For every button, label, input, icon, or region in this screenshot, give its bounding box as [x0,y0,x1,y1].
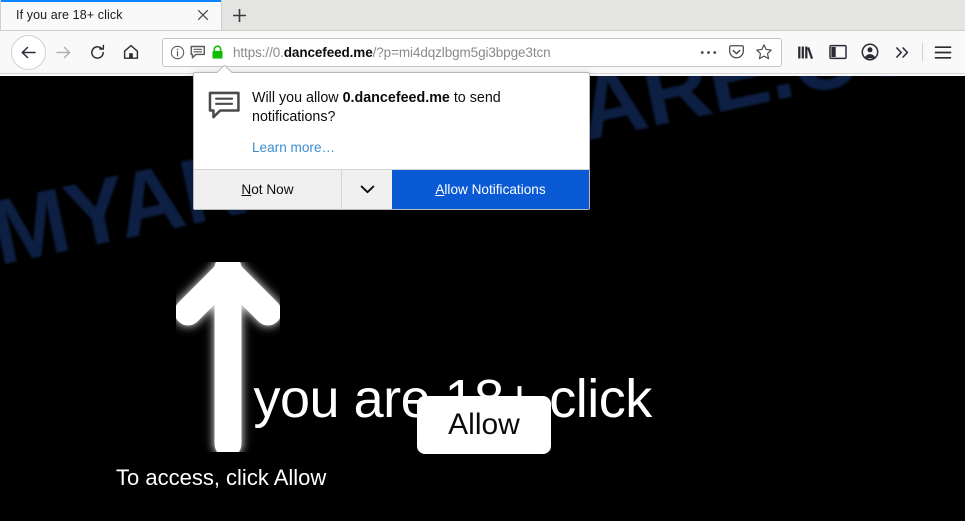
popup-message-origin: 0.dancefeed.me [342,90,450,106]
not-now-accesskey: N [241,182,252,197]
ellipsis-icon[interactable] [695,40,721,65]
sidebar-icon[interactable] [822,36,854,68]
url-text[interactable]: https://0.dancefeed.me/?p=mi4dqzlbgm5gi3… [233,45,695,60]
hamburger-menu-icon[interactable] [927,36,959,68]
identity-box[interactable] [170,44,224,60]
toolbar-right [790,36,959,68]
popup-message: Will you allow 0.dancefeed.me to send no… [252,89,573,127]
allow-button[interactable]: Allow [417,396,551,454]
allow-button-label: Allow [448,408,520,441]
url-bar-actions [695,40,777,65]
new-tab-button[interactable] [222,0,256,30]
allow-notifications-label: llow Notifications [444,182,546,197]
allow-notifications-button[interactable]: Allow Notifications [392,170,589,209]
library-icon[interactable] [790,36,822,68]
arrow-left-icon [21,46,36,58]
learn-more-link[interactable]: Learn more… [252,140,335,155]
popup-body: Will you allow 0.dancefeed.me to send no… [194,73,589,169]
popup-dropdown-button[interactable] [341,170,392,209]
url-bar[interactable]: https://0.dancefeed.me/?p=mi4dqzlbgm5gi3… [162,37,782,67]
browser-window: If you are 18+ click https://0.dancefeed… [0,0,965,521]
reload-icon [90,44,104,59]
padlock-icon[interactable] [211,44,224,60]
popup-actions: Not Now Allow Notifications [194,169,589,209]
tab-active[interactable]: If you are 18+ click [0,0,222,30]
pocket-icon[interactable] [723,40,749,65]
home-button[interactable] [114,35,148,69]
popup-pointer [217,65,232,73]
tab-strip: If you are 18+ click [0,0,965,31]
url-domain: dancefeed.me [283,44,373,60]
tab-title: If you are 18+ click [16,8,123,22]
star-icon[interactable] [751,40,777,65]
plus-icon [232,8,246,22]
allow-notifications-accesskey: A [435,182,445,197]
home-icon [123,44,139,59]
navigation-toolbar: https://0.dancefeed.me/?p=mi4dqzlbgm5gi3… [0,31,965,74]
reload-button[interactable] [80,35,114,69]
not-now-label: ot Now [251,182,294,197]
url-prefix: https://0. [233,44,284,60]
back-button[interactable] [11,34,46,70]
chevron-down-icon [360,185,375,194]
close-icon[interactable] [191,3,215,27]
page-subtext: To access, click Allow [116,465,327,490]
tab-strip-empty-area [256,0,965,30]
speech-bubble-icon[interactable] [190,45,206,60]
popup-message-prefix: Will you allow [252,90,343,106]
arrow-right-icon [55,46,70,58]
info-circle-icon[interactable] [170,45,185,60]
popup-content: Will you allow 0.dancefeed.me to send no… [252,89,573,157]
notification-permission-popup: Will you allow 0.dancefeed.me to send no… [193,72,590,210]
not-now-button[interactable]: Not Now [194,170,341,209]
url-suffix: /?p=mi4dqzlbgm5gi3bpge3tcn [372,44,551,60]
speech-bubble-icon [208,89,242,157]
toolbar-divider [922,43,923,61]
account-avatar-icon[interactable] [854,36,886,68]
chevron-double-right-icon[interactable] [886,36,918,68]
forward-button [46,35,80,69]
